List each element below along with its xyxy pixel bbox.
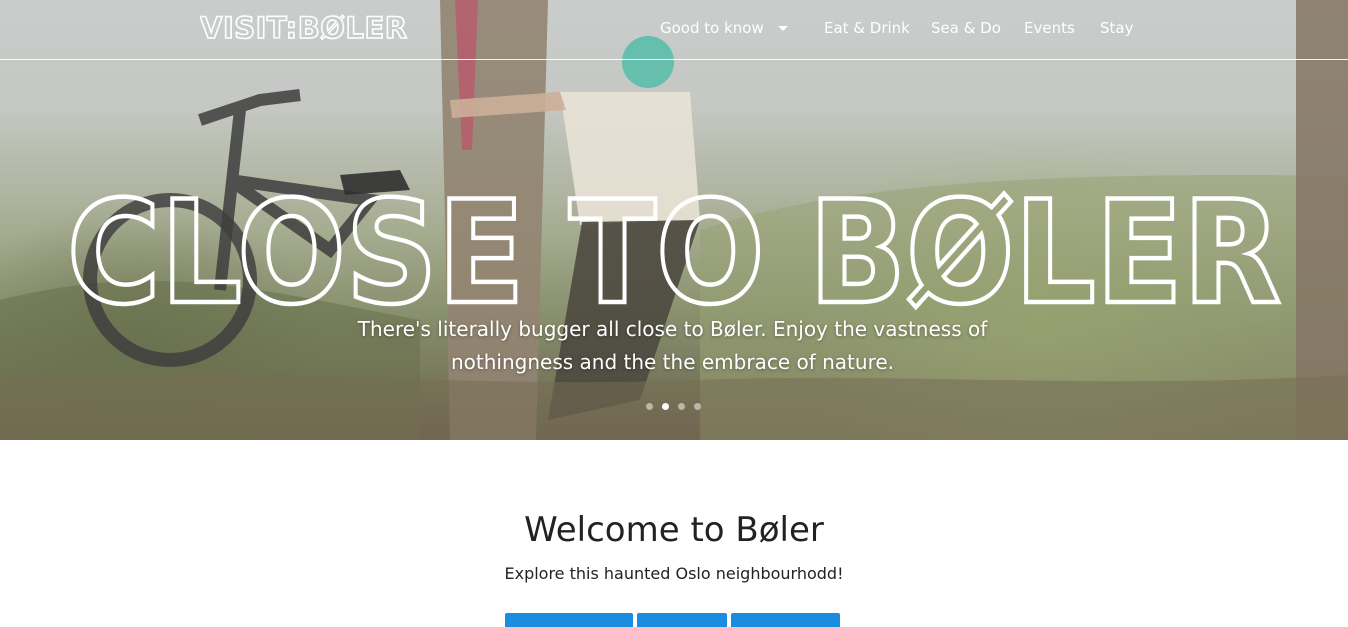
chevron-down-icon[interactable] <box>778 26 788 31</box>
cta-button-1[interactable] <box>505 613 633 627</box>
carousel-dot-3[interactable] <box>678 403 685 410</box>
nav-sea-do[interactable]: Sea & Do <box>931 19 1001 37</box>
nav-good-to-know[interactable]: Good to know <box>660 19 764 37</box>
hero-headline: CLOSE TO BØLER CLOSE TO BØLER <box>65 186 1284 312</box>
site-logo[interactable]: VISIT:BØLER <box>200 11 416 45</box>
carousel-dot-1[interactable] <box>646 403 653 410</box>
cta-button-3[interactable] <box>731 613 840 627</box>
hero-subtitle: There's literally bugger all close to Bø… <box>357 317 988 374</box>
hero-banner: VISIT:BØLER Good to know Eat & Drink Sea… <box>0 0 1348 440</box>
nav-eat-drink[interactable]: Eat & Drink <box>824 19 910 37</box>
cta-button-2[interactable] <box>637 613 727 627</box>
welcome-subtitle: Explore this haunted Oslo neighbourhodd! <box>504 564 844 583</box>
nav-events[interactable]: Events <box>1024 19 1075 37</box>
top-navigation: VISIT:BØLER Good to know Eat & Drink Sea… <box>0 0 1348 60</box>
svg-text:VISIT:BØLER: VISIT:BØLER <box>200 11 408 45</box>
welcome-title: Welcome to Bøler <box>524 510 824 550</box>
nav-stay[interactable]: Stay <box>1100 19 1133 37</box>
carousel-dot-4[interactable] <box>694 403 701 410</box>
carousel-dot-2[interactable] <box>662 403 669 410</box>
svg-text:CLOSE TO BØLER: CLOSE TO BØLER <box>67 186 1281 312</box>
